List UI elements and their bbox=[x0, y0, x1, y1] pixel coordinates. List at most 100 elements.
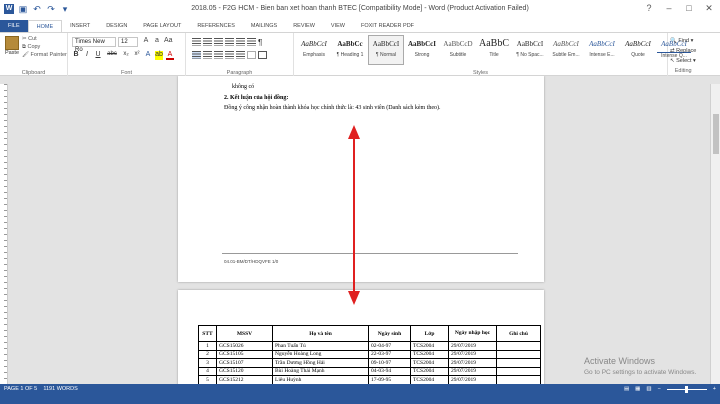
increase-indent-icon[interactable] bbox=[236, 38, 245, 46]
find-button[interactable]: 🔍 Find ▾ bbox=[670, 36, 696, 46]
tab-foxit-reader-pdf[interactable]: FOXIT READER PDF bbox=[353, 20, 422, 32]
align-right-icon[interactable] bbox=[214, 51, 223, 59]
style-emphasis[interactable]: AaBbCcI Emphasis bbox=[296, 35, 332, 65]
tab-page-layout[interactable]: PAGE LAYOUT bbox=[135, 20, 189, 32]
maximize-button[interactable]: □ bbox=[682, 3, 696, 15]
show-marks-icon[interactable]: ¶ bbox=[258, 38, 267, 47]
cut-label: Cut bbox=[28, 36, 37, 42]
cell: 17-09-95 bbox=[368, 375, 411, 384]
col-header: Họ và tên bbox=[272, 325, 369, 342]
table-row: 3 GCS15107 Trần Dương Hồng Hải 09-10-97 … bbox=[198, 358, 541, 368]
italic-button[interactable]: I bbox=[83, 51, 91, 60]
paste-label: Paste bbox=[4, 50, 20, 56]
tab-file[interactable]: FILE bbox=[0, 20, 28, 32]
zoom-in-icon[interactable]: + bbox=[713, 386, 716, 392]
page-2[interactable]: STT MSSV Họ và tên Ngày sinh Lớp Ngày nh… bbox=[178, 290, 544, 384]
replace-label: Replace bbox=[676, 48, 697, 54]
style-no-spacing[interactable]: AaBbCcI ¶ No Spac... bbox=[512, 35, 548, 65]
sort-icon[interactable] bbox=[247, 38, 256, 46]
style-preview: AaBbCc bbox=[337, 40, 363, 48]
word-count[interactable]: 1191 WORDS bbox=[43, 386, 77, 392]
style-quote[interactable]: AaBbCcI Quote bbox=[620, 35, 656, 65]
bullets-icon[interactable] bbox=[192, 38, 201, 46]
align-center-icon[interactable] bbox=[203, 51, 212, 59]
zoom-slider-thumb[interactable] bbox=[684, 385, 688, 393]
text-effects-icon[interactable]: A bbox=[144, 51, 152, 60]
col-header: Ghi chú bbox=[496, 325, 541, 342]
tab-mailings[interactable]: MAILINGS bbox=[243, 20, 285, 32]
decrease-indent-icon[interactable] bbox=[225, 38, 234, 46]
font-name-select[interactable]: Times New Ro bbox=[72, 37, 116, 53]
cell: Trần Dương Hồng Hải bbox=[272, 358, 369, 368]
style-normal[interactable]: AaBbCcI ¶ Normal bbox=[368, 35, 404, 65]
web-layout-icon[interactable]: ▥ bbox=[646, 386, 651, 392]
shrink-font-icon[interactable]: a bbox=[153, 37, 161, 44]
style-name: Subtitle bbox=[449, 52, 467, 58]
zoom-slider[interactable] bbox=[666, 385, 707, 393]
style-strong[interactable]: AaBbCcI Strong bbox=[404, 35, 440, 65]
tab-review[interactable]: REVIEW bbox=[285, 20, 323, 32]
bold-button[interactable]: B bbox=[72, 51, 80, 60]
format-painter-label: Format Painter bbox=[30, 52, 67, 58]
tab-view[interactable]: VIEW bbox=[323, 20, 353, 32]
col-header: STT bbox=[198, 325, 217, 342]
replace-button[interactable]: ⇄ Replace bbox=[670, 46, 696, 56]
line-spacing-icon[interactable] bbox=[236, 51, 245, 59]
multilevel-list-icon[interactable] bbox=[214, 38, 223, 46]
read-mode-icon[interactable]: ▤ bbox=[624, 386, 629, 392]
font-size-select[interactable]: 12 bbox=[118, 37, 138, 47]
font-color-icon[interactable]: A bbox=[166, 51, 174, 60]
window-title: 2018.05 - F2G HCM - Bien ban xet hoan th… bbox=[191, 5, 529, 12]
tab-insert[interactable]: INSERT bbox=[62, 20, 98, 32]
close-button[interactable]: ✕ bbox=[702, 3, 716, 15]
print-layout-icon[interactable]: ▦ bbox=[635, 386, 640, 392]
cell: TCS2004 bbox=[410, 358, 449, 368]
cell: Nguyễn Hoàng Long bbox=[272, 349, 369, 359]
style-title[interactable]: AaBbC Title bbox=[476, 35, 512, 65]
page-count[interactable]: PAGE 1 OF 5 bbox=[4, 386, 37, 392]
watermark-subtitle: Go to PC settings to activate Windows. bbox=[584, 369, 697, 376]
editing-group-label: Editing bbox=[674, 68, 692, 74]
scrollbar-thumb[interactable] bbox=[713, 114, 719, 154]
style-subtle-emphasis[interactable]: AaBbCcI Subtle Em... bbox=[548, 35, 584, 65]
select-button[interactable]: ↖ Select ▾ bbox=[670, 56, 696, 66]
format-painter-button[interactable]: 🖌 Format Painter bbox=[22, 51, 67, 59]
strikethrough-button[interactable]: abc bbox=[105, 51, 119, 60]
title-bar: W ▣ ↶ ↷ ▾ 2018.05 - F2G HCM - Bien ban x… bbox=[0, 0, 720, 20]
paste-button[interactable]: Paste bbox=[4, 36, 20, 58]
align-left-icon[interactable] bbox=[192, 51, 201, 59]
style-preview: AaBbC bbox=[479, 38, 509, 49]
cell: 29/07/2019 bbox=[448, 341, 497, 351]
tab-design[interactable]: DESIGN bbox=[98, 20, 135, 32]
page-1[interactable]: không có 2. Kết luận của hội đồng: Đồng … bbox=[178, 76, 544, 282]
superscript-button[interactable]: x² bbox=[133, 51, 141, 60]
borders-icon[interactable] bbox=[258, 51, 267, 59]
change-case-icon[interactable]: Aa bbox=[164, 37, 173, 44]
cell: 5 bbox=[198, 375, 217, 384]
grow-font-icon[interactable]: A bbox=[142, 37, 150, 44]
style-preview: AaBbCcD bbox=[443, 40, 473, 48]
style-subtitle[interactable]: AaBbCcD Subtitle bbox=[440, 35, 476, 65]
style-heading-1[interactable]: AaBbCc ¶ Heading 1 bbox=[332, 35, 368, 65]
help-button[interactable]: ? bbox=[642, 3, 656, 15]
minimize-button[interactable]: – bbox=[662, 3, 676, 15]
style-intense-emphasis[interactable]: AaBbCcI Intense E... bbox=[584, 35, 620, 65]
cell: 3 bbox=[198, 358, 217, 368]
zoom-out-icon[interactable]: − bbox=[658, 386, 661, 392]
vertical-scrollbar[interactable] bbox=[710, 84, 720, 384]
editing-group: 🔍 Find ▾ ⇄ Replace ↖ Select ▾ Editing bbox=[670, 36, 696, 76]
highlight-icon[interactable]: ab bbox=[155, 51, 163, 60]
cell: 29/07/2019 bbox=[448, 366, 497, 376]
vertical-ruler[interactable] bbox=[0, 84, 8, 384]
copy-button[interactable]: ⧉ Copy bbox=[22, 43, 67, 51]
underline-button[interactable]: U bbox=[94, 51, 102, 60]
tab-references[interactable]: REFERENCES bbox=[189, 20, 243, 32]
shading-icon[interactable] bbox=[247, 51, 256, 59]
subscript-button[interactable]: x₂ bbox=[122, 51, 130, 60]
status-bar: PAGE 1 OF 5 1191 WORDS ▤ ▦ ▥ − + bbox=[0, 384, 720, 404]
document-area[interactable]: 12123456789101112131415161718 không có 2… bbox=[0, 76, 720, 384]
justify-icon[interactable] bbox=[225, 51, 234, 59]
cut-button[interactable]: ✂ Cut bbox=[22, 35, 67, 43]
numbering-icon[interactable] bbox=[203, 38, 212, 46]
tab-home[interactable]: HOME bbox=[27, 20, 63, 32]
